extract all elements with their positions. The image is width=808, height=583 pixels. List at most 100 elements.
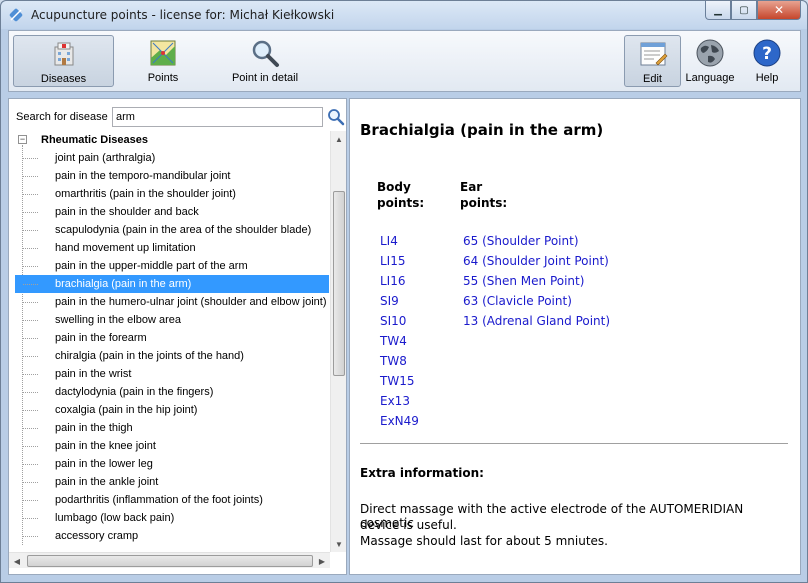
body-point-link[interactable]: LI16 [380,274,406,288]
ear-point-link[interactable]: 65 (Shoulder Point) [463,234,579,248]
tree-item-label: pain in the ankle joint [55,476,159,488]
tree-branch-line [23,446,38,447]
tree-item[interactable]: pain in the thigh [14,419,330,437]
horizontal-scroll-thumb[interactable] [27,555,313,567]
tree-branch-line [23,266,38,267]
language-button[interactable]: Language [683,35,737,87]
body-point-link[interactable]: TW15 [380,374,414,388]
maximize-button[interactable]: ▢ [731,1,757,20]
body-points-heading: Body points: [377,179,424,211]
body-point-link[interactable]: ExN49 [380,414,419,428]
point-detail-button[interactable]: Point in detail [217,35,313,87]
tree-item-label: pain in the humero-ulnar joint (shoulder… [55,296,327,308]
body-point-link[interactable]: TW8 [380,354,407,368]
help-label: Help [755,72,779,84]
tree-item[interactable]: scapulodynia (pain in the area of the sh… [14,221,330,239]
search-icon[interactable] [327,108,345,126]
body-point-link[interactable]: LI15 [380,254,406,268]
tree-branch-line [23,158,38,159]
vertical-scroll-thumb[interactable] [333,191,345,376]
points-map-icon [147,37,179,69]
body-point-link[interactable]: TW4 [380,334,407,348]
globe-icon [694,37,726,69]
tree-branch-line [23,320,38,321]
ear-point-link[interactable]: 13 (Adrenal Gland Point) [463,314,610,328]
tree-item[interactable]: lumbago (low back pain) [14,509,330,527]
tree-item-label: pain in the shoulder and back [55,206,199,218]
extra-info-line: Massage should last for about 5 mniutes. [360,534,608,548]
scroll-left-icon[interactable]: ◀ [9,553,25,569]
tree-item[interactable]: dactylodynia (pain in the fingers) [14,383,330,401]
tree-item[interactable]: coxalgia (pain in the hip joint) [14,401,330,419]
tree-item[interactable]: pain in the temporo-mandibular joint [14,167,330,185]
body-point-link[interactable]: LI4 [380,234,398,248]
tree-item-label: lumbago (low back pain) [55,512,175,524]
magnifier-icon [249,37,281,69]
help-button[interactable]: ? Help [742,35,792,87]
body-heading-line1: Body [377,180,411,194]
horizontal-scrollbar[interactable]: ◀ ▶ [9,552,330,568]
tree-item[interactable]: brachialgia (pain in the arm) [14,275,330,293]
tree-item-label: podarthritis (inflammation of the foot j… [55,494,263,506]
tree-branch-line [23,428,38,429]
body-point-link[interactable]: SI10 [380,314,406,328]
body-point-link[interactable]: SI9 [380,294,399,308]
minimize-button[interactable]: ▁ [705,1,731,20]
tree-item[interactable]: pain in the lower leg [14,455,330,473]
tree-item-label: accessory cramp [55,530,139,542]
tree-item-label: joint pain (arthralgia) [55,152,156,164]
tree-item[interactable]: pain in the humero-ulnar joint (shoulder… [14,293,330,311]
search-row: Search for disease [9,99,346,131]
tree-item[interactable]: podarthritis (inflammation of the foot j… [14,491,330,509]
tree-branch-line [23,374,38,375]
tree-item[interactable]: pain in the ankle joint [14,473,330,491]
language-label: Language [685,72,735,84]
collapse-icon[interactable]: − [18,135,27,144]
tree-item-label: pain in the lower leg [55,458,153,470]
tree-item[interactable]: hand movement up limitation [14,239,330,257]
disease-tree[interactable]: − Rheumatic Diseases joint pain (arthral… [14,131,330,546]
tree-item-label: pain in the knee joint [55,440,156,452]
diseases-button[interactable]: Diseases [13,35,114,87]
close-button[interactable]: ✕ [757,1,801,20]
tree-item[interactable]: pain in the sacral region [14,545,330,546]
title-bar[interactable]: Acupuncture points - license for: Michał… [1,1,807,29]
tree-root-node[interactable]: − Rheumatic Diseases [14,131,330,149]
tree-branch-line [23,536,38,537]
tree-item[interactable]: joint pain (arthralgia) [14,149,330,167]
tree-branch-line [23,176,38,177]
tree-branch-line [23,230,38,231]
tree-branch-line [23,518,38,519]
tree-item[interactable]: omarthritis (pain in the shoulder joint) [14,185,330,203]
edit-button[interactable]: Edit [624,35,681,87]
tree-branch-line [23,356,38,357]
ear-heading-line1: Ear [460,180,483,194]
tree-item[interactable]: chiralgia (pain in the joints of the han… [14,347,330,365]
ear-point-link[interactable]: 64 (Shoulder Joint Point) [463,254,609,268]
tree-branch-line [23,194,38,195]
extra-info-line: device is useful. [360,518,457,532]
tree-branch-line [23,248,38,249]
body-point-link[interactable]: Ex13 [380,394,410,408]
scroll-down-icon[interactable]: ▼ [331,536,347,552]
points-button[interactable]: Points [131,35,195,87]
tree-branch-line [23,500,38,501]
tree-item[interactable]: accessory cramp [14,527,330,545]
tree-item[interactable]: swelling in the elbow area [14,311,330,329]
tree-item[interactable]: pain in the upper-middle part of the arm [14,257,330,275]
scroll-up-icon[interactable]: ▲ [331,131,347,147]
body-heading-line2: points: [377,196,425,210]
tree-item-label: pain in the temporo-mandibular joint [55,170,231,182]
ear-point-link[interactable]: 63 (Clavicle Point) [463,294,572,308]
tree-item[interactable]: pain in the forearm [14,329,330,347]
ear-point-link[interactable]: 55 (Shen Men Point) [463,274,584,288]
app-window: Acupuncture points - license for: Michał… [0,0,808,583]
vertical-scrollbar[interactable]: ▲ ▼ [330,131,346,552]
search-input[interactable] [112,107,323,127]
tree-item[interactable]: pain in the wrist [14,365,330,383]
extra-info-heading: Extra information: [360,466,484,480]
tree-item[interactable]: pain in the shoulder and back [14,203,330,221]
tree-item[interactable]: pain in the knee joint [14,437,330,455]
scroll-right-icon[interactable]: ▶ [314,553,330,569]
main-toolbar: Diseases Points Point in detail Edit Lan… [8,30,801,92]
